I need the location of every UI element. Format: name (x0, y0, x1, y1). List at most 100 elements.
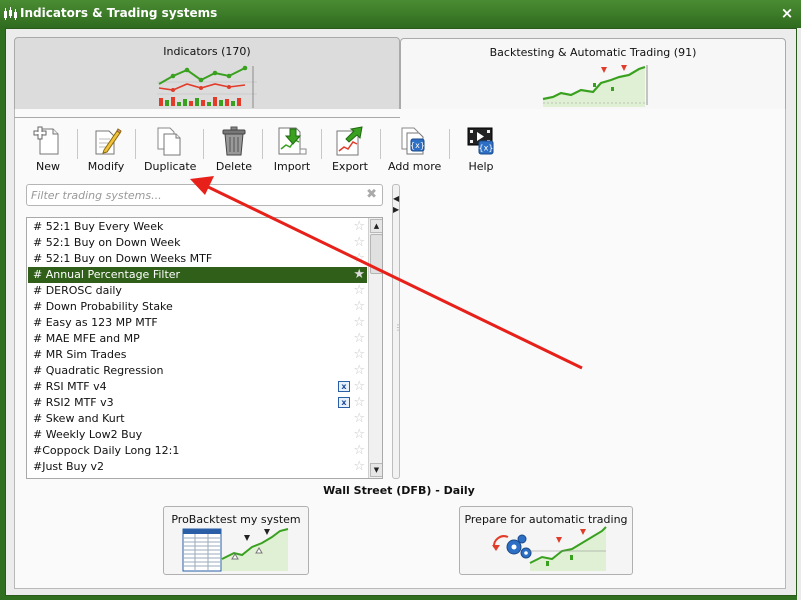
list-item[interactable]: # RSI2 MTF v3 x ☆ (28, 395, 367, 411)
toolbar-separator (262, 129, 263, 159)
new-icon (33, 126, 59, 155)
delete-button-label: Delete (215, 160, 253, 173)
delete-button[interactable]: Delete (214, 125, 254, 173)
list-item[interactable]: # Skew and Kurt ☆ (28, 411, 367, 427)
dialog-content: Indicators (170) Backtesting & Automatic… (5, 28, 797, 596)
favorite-star-icon[interactable]: ☆ (353, 251, 365, 266)
add-more-icon: {x} (401, 127, 425, 155)
tab-backtesting[interactable]: Backtesting & Automatic Trading (91) (400, 38, 786, 109)
title-bar: Indicators & Trading systems × (0, 0, 801, 28)
scroll-up-button[interactable]: ▲ (370, 219, 382, 233)
collapse-left-icon[interactable]: ◀ (393, 194, 399, 203)
favorite-star-icon[interactable]: ☆ (353, 331, 365, 346)
instrument-label: Wall Street (DFB) - Daily (323, 484, 475, 497)
add-more-button-label: Add more (388, 160, 442, 173)
close-button[interactable]: × (779, 4, 795, 22)
favorite-star-icon[interactable]: ☆ (353, 315, 365, 330)
favorite-star-icon[interactable]: ☆ (353, 443, 365, 458)
list-item[interactable]: # DEROSC daily ☆ (28, 283, 367, 299)
clear-filter-button[interactable]: ✖ (366, 187, 377, 202)
tab-backtesting-label: Backtesting & Automatic Trading (91) (489, 46, 697, 59)
duplicate-button[interactable]: Duplicate (144, 125, 197, 173)
list-item[interactable]: #Just Buy v2 ☆ (28, 459, 367, 475)
system-name: # RSI MTF v4 (33, 380, 107, 393)
import-icon (278, 127, 307, 155)
favorite-star-icon[interactable]: ☆ (353, 219, 365, 234)
list-item[interactable]: # MAE MFE and MP ☆ (28, 331, 367, 347)
scroll-thumb[interactable] (370, 234, 382, 274)
system-name: #Just Buy v2 (33, 460, 105, 473)
new-button-label: New (36, 160, 60, 173)
list-item[interactable]: # Weekly Low2 Buy ☆ (28, 427, 367, 443)
system-name: # DEROSC daily (33, 284, 122, 297)
list-item[interactable]: # 52:1 Buy on Down Weeks MTF ☆ (28, 251, 367, 267)
list-item[interactable]: # Annual Percentage Filter ★ (28, 267, 367, 283)
toolbar-separator (77, 129, 78, 159)
import-button-label: Import (273, 160, 311, 173)
probacktest-button[interactable]: ProBacktest my system (163, 506, 309, 575)
favorite-star-icon[interactable]: ☆ (353, 299, 365, 314)
system-name: # MR Sim Trades (33, 348, 127, 361)
trash-icon (222, 126, 246, 156)
favorite-star-icon[interactable]: ☆ (353, 459, 365, 474)
favorite-star-icon[interactable]: ☆ (353, 347, 365, 362)
list-item[interactable]: #Coppock Daily Long 12:1 ☆ (28, 443, 367, 459)
automatic-trading-button[interactable]: Prepare for automatic trading (459, 506, 633, 575)
automatic-trading-badge-icon: x (338, 381, 350, 392)
main-window: Indicators & Trading systems × Indicator… (0, 0, 801, 600)
system-name: # Weekly Low2 Buy (33, 428, 143, 441)
favorite-star-icon[interactable]: ☆ (353, 283, 365, 298)
system-name: #Coppock Daily Long 12:1 (33, 444, 180, 457)
backtesting-chart-icon (542, 65, 648, 107)
window-title: Indicators & Trading systems (20, 6, 218, 20)
list-item[interactable]: # 52:1 Buy Every Week ☆ (28, 219, 367, 235)
favorite-star-icon[interactable]: ★ (353, 267, 365, 282)
duplicate-button-label: Duplicate (144, 160, 197, 173)
system-name: # 52:1 Buy Every Week (33, 220, 164, 233)
svg-text:{x}: {x} (479, 144, 494, 153)
modify-button[interactable]: Modify (86, 125, 126, 173)
scroll-down-button[interactable]: ▼ (370, 463, 382, 477)
favorite-star-icon[interactable]: ☆ (353, 379, 365, 394)
list-scrollbar[interactable]: ▲ ▼ (368, 218, 382, 478)
favorite-star-icon[interactable]: ☆ (353, 235, 365, 250)
panel-splitter[interactable]: ◀ ▶ ⋮ (392, 184, 402, 479)
tab-indicators[interactable]: Indicators (170) (14, 37, 400, 117)
tab-indicators-label: Indicators (170) (163, 45, 251, 58)
toolbar-separator (380, 129, 381, 159)
new-button[interactable]: New (31, 125, 65, 173)
automatic-trading-icon (492, 526, 607, 571)
system-name: # Down Probability Stake (33, 300, 173, 313)
system-name: # 52:1 Buy on Down Weeks MTF (33, 252, 213, 265)
tab-divider (14, 117, 400, 118)
system-name: # MAE MFE and MP (33, 332, 140, 345)
help-button[interactable]: {x} Help (462, 125, 500, 173)
favorite-star-icon[interactable]: ☆ (353, 363, 365, 378)
help-icon: {x} (467, 127, 494, 155)
system-name: # Easy as 123 MP MTF (33, 316, 158, 329)
favorite-star-icon[interactable]: ☆ (353, 427, 365, 442)
trading-systems-list: # 52:1 Buy Every Week ☆ # 52:1 Buy on Down… (26, 217, 383, 479)
list-item[interactable]: # Easy as 123 MP MTF ☆ (28, 315, 367, 331)
toolbar-separator (135, 129, 136, 159)
list-item[interactable]: # RSI MTF v4 x ☆ (28, 379, 367, 395)
window-edge (797, 28, 801, 600)
favorite-star-icon[interactable]: ☆ (353, 395, 365, 410)
import-button[interactable]: Import (272, 125, 312, 173)
list-item[interactable]: # Down Probability Stake ☆ (28, 299, 367, 315)
export-button[interactable]: Export (329, 125, 371, 173)
modify-button-label: Modify (87, 160, 125, 173)
toolbar-separator (321, 129, 322, 159)
favorite-star-icon[interactable]: ☆ (353, 411, 365, 426)
list-item[interactable]: # Quadratic Regression ☆ (28, 363, 367, 379)
toolbar-separator (449, 129, 450, 159)
list-item[interactable]: # MR Sim Trades ☆ (28, 347, 367, 363)
filter-input[interactable] (31, 187, 361, 203)
duplicate-icon (157, 127, 181, 156)
expand-right-icon[interactable]: ▶ (393, 205, 399, 214)
add-more-button[interactable]: {x} Add more (388, 125, 442, 173)
svg-text:{x}: {x} (410, 141, 425, 150)
list-item[interactable]: # 52:1 Buy on Down Week ☆ (28, 235, 367, 251)
system-name: # RSI2 MTF v3 (33, 396, 114, 409)
system-name: # Annual Percentage Filter (33, 268, 181, 281)
